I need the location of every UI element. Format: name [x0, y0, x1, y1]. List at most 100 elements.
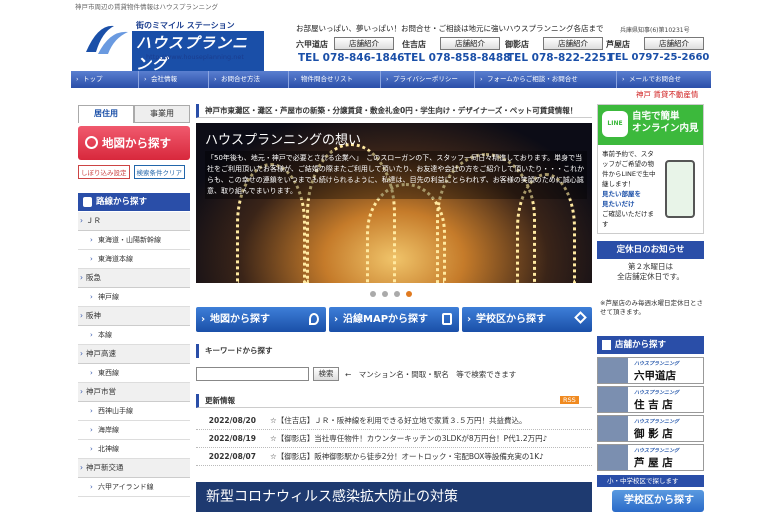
route-category[interactable]: 神戸市営	[78, 383, 190, 402]
compass-icon	[85, 136, 98, 149]
shop-name: 御 影 店	[634, 428, 673, 440]
shop-banner-mikage[interactable]: ハウスプランニング 御 影 店	[597, 415, 704, 442]
nav-item-company[interactable]: 会社情報	[139, 71, 209, 88]
shop-brand: ハウスプランニング	[634, 448, 680, 454]
line-body-1: 事前予約で、スタッフがご希望の物件からLINEで生中継します！	[602, 150, 656, 188]
keyword-input[interactable]	[196, 367, 309, 381]
rss-icon[interactable]: RSS	[560, 396, 579, 404]
route-line[interactable]: 東海道本線	[78, 250, 190, 269]
store-intro-button[interactable]: 店舗紹介	[543, 37, 603, 50]
holiday-line-1: 第２水曜日は	[628, 262, 673, 271]
slider-dots	[370, 291, 412, 297]
list-item[interactable]: 2022/08/20 ☆【住吉店】ＪＲ・阪神線を利用できる好立地で家賃３.５万円…	[196, 412, 592, 430]
store-tel[interactable]: TEL 078-858-8488	[404, 52, 510, 64]
shop-name: 六甲道店	[634, 370, 676, 382]
route-search-heading: 路線から探す	[78, 193, 190, 211]
school-search-heading: 小・中学校区で探します	[597, 475, 704, 487]
slider-dot-active[interactable]	[406, 291, 412, 297]
slider-dot[interactable]	[394, 291, 400, 297]
nav-item-mail-inquiry[interactable]: メールでお問合せ	[617, 71, 711, 88]
route-line[interactable]: 本線	[78, 326, 190, 345]
keyword-search-heading: キーワードから探す	[196, 344, 592, 358]
store-intro-button[interactable]: 店舗紹介	[644, 37, 704, 50]
pencil-icon	[574, 311, 587, 324]
line-body-3: 見たいだけ	[602, 200, 635, 208]
route-category[interactable]: 神戸高速	[78, 345, 190, 364]
main-nav: トップ 会社情報 お問合せ方法 物件問合せリスト プライバシーポリシー フォーム…	[71, 71, 711, 88]
map-button-label: 地図から探す	[102, 136, 171, 150]
route-line[interactable]: 東海道・山陽新幹線	[78, 231, 190, 250]
store-tel[interactable]: TEL 078-822-2251	[507, 52, 613, 64]
route-category[interactable]: 神戸新交通	[78, 459, 190, 478]
store-intro-button[interactable]: 店舗紹介	[440, 37, 500, 50]
shop-list: ハウスプランニング 六甲道店 ハウスプランニング 住 吉 店 ハウスプランニング…	[597, 357, 704, 473]
tab-residential[interactable]: 居住用	[78, 105, 134, 123]
shop-brand: ハウスプランニング	[634, 419, 680, 425]
covid-banner[interactable]: 新型コロナウィルス感染拡大防止の対策	[196, 482, 592, 512]
property-type-tabs: 居住用 事業用	[78, 105, 190, 123]
route-category[interactable]: ＪＲ	[78, 212, 190, 231]
route-category[interactable]: 阪急	[78, 269, 190, 288]
update-text[interactable]: ☆【住吉店】ＪＲ・阪神線を利用できる好立地で家賃３.５万円！共益費込。	[270, 412, 592, 429]
store-sumiyoshi: 住吉店 店舗紹介 TEL 078-858-8488	[402, 37, 510, 65]
line-body-4: ご確認いただけます	[602, 210, 654, 228]
shop-brand: ハウスプランニング	[634, 390, 680, 396]
route-line[interactable]: 西神山手線	[78, 402, 190, 421]
route-category[interactable]: 阪神	[78, 307, 190, 326]
shop-brand: ハウスプランニング	[634, 361, 680, 367]
store-intro-button[interactable]: 店舗紹介	[334, 37, 394, 50]
page-headline: 神戸市東灘区・灘区・芦屋市の新築・分譲賃貸・敷金礼金0円・学生向け・デザイナーズ…	[196, 104, 592, 118]
shop-banner-sumiyoshi[interactable]: ハウスプランニング 住 吉 店	[597, 386, 704, 413]
route-line[interactable]: 東西線	[78, 364, 190, 383]
tab-business[interactable]: 事業用	[134, 105, 190, 123]
hero-slider[interactable]: ハウスプランニングの想い 「50年後も、地元・神戸で必要とされる企業へ」 このス…	[196, 123, 592, 283]
store-rokkomichi: 六甲道店 店舗紹介 TEL 078-846-1846	[296, 37, 404, 65]
update-text[interactable]: ☆【御影店】阪神御影駅から徒歩2分！オートロック・宅配BOX等設備充実の1K♪	[270, 448, 592, 465]
route-line[interactable]: 神戸線	[78, 288, 190, 307]
line-logo-icon: LINE	[602, 111, 628, 137]
store-name: 六甲道店	[296, 40, 328, 49]
search-map-button[interactable]: 地図から探す	[196, 307, 326, 332]
route-line[interactable]: 海岸線	[78, 421, 190, 440]
nav-item-privacy[interactable]: プライバシーポリシー	[381, 71, 475, 88]
store-ashiya: 芦屋店 店舗紹介 TEL 0797-25-2660	[606, 37, 709, 65]
hero-title: ハウスプランニングの想い	[205, 133, 362, 148]
hero-text: 「50年後も、地元・神戸で必要とされる企業へ」 このスローガンの下、スタッフ一同…	[205, 151, 587, 199]
keyword-search-button[interactable]: 検索	[313, 367, 339, 381]
slider-dot[interactable]	[370, 291, 376, 297]
nav-item-property-list[interactable]: 物件問合せリスト	[289, 71, 381, 88]
header-slogan: お部屋いっぱい、夢いっぱい！お問合せ・ご相談は地元に強いハウスプランニング各店ま…	[296, 24, 604, 33]
route-line[interactable]: 六甲アイランド線	[78, 478, 190, 497]
route-line[interactable]: 北神線	[78, 440, 190, 459]
shop-banner-rokkomichi[interactable]: ハウスプランニング 六甲道店	[597, 357, 704, 384]
update-date: 2022/08/07	[208, 452, 256, 461]
nav-item-form-inquiry[interactable]: フォームからご相談・お問合せ	[475, 71, 617, 88]
button-label: 沿線MAPから探す	[343, 314, 429, 325]
search-school-district-button[interactable]: 学校区から探す	[462, 307, 592, 332]
logo-tagline: 街のミマイル ステーション	[136, 21, 235, 30]
store-name: 芦屋店	[606, 40, 630, 49]
logo-url: http://www.houseplanning.net	[146, 53, 244, 61]
search-route-map-button[interactable]: 沿線MAPから探す	[329, 307, 459, 332]
updates-heading: 更新情報	[196, 394, 592, 408]
clear-conditions-button[interactable]: 検索条件クリア	[133, 165, 185, 179]
keyword-hint: ← マンション名・間取・駅名 等で検索できます	[345, 370, 517, 379]
line-body-2: 見たい部屋を	[602, 190, 641, 198]
license-number: 兵庫県知事(6)第10231号	[620, 27, 690, 34]
nav-item-top[interactable]: トップ	[71, 71, 139, 88]
shop-banner-ashiya[interactable]: ハウスプランニング 芦 屋 店	[597, 444, 704, 471]
site-logo[interactable]: 街のミマイル ステーション ハウスプランニング http://www.house…	[84, 18, 264, 75]
slider-dot[interactable]	[382, 291, 388, 297]
narrow-settings-button[interactable]: しぼり込み設定	[78, 165, 130, 179]
store-tel[interactable]: TEL 078-846-1846	[298, 52, 404, 64]
shop-name: 住 吉 店	[634, 399, 673, 411]
updates-list: 2022/08/20 ☆【住吉店】ＪＲ・阪神線を利用できる好立地で家賃３.５万円…	[196, 412, 592, 466]
store-tel[interactable]: TEL 0797-25-2660	[608, 52, 709, 63]
list-item[interactable]: 2022/08/07 ☆【御影店】阪神御影駅から徒歩2分！オートロック・宅配BO…	[196, 448, 592, 466]
update-text[interactable]: ☆【御影店】当社専任物件！カウンターキッチンの3LDKが8万円台！P代1.2万円…	[270, 430, 592, 447]
line-banner-title: 自宅で簡単 オンライン内見	[632, 111, 699, 134]
school-search-button[interactable]: 学校区から探す	[612, 490, 704, 512]
list-item[interactable]: 2022/08/19 ☆【御影店】当社専任物件！カウンターキッチンの3LDKが8…	[196, 430, 592, 448]
search-by-map-button[interactable]: 地図から探す	[78, 126, 190, 160]
nav-item-inquiry-method[interactable]: お問合せ方法	[209, 71, 289, 88]
